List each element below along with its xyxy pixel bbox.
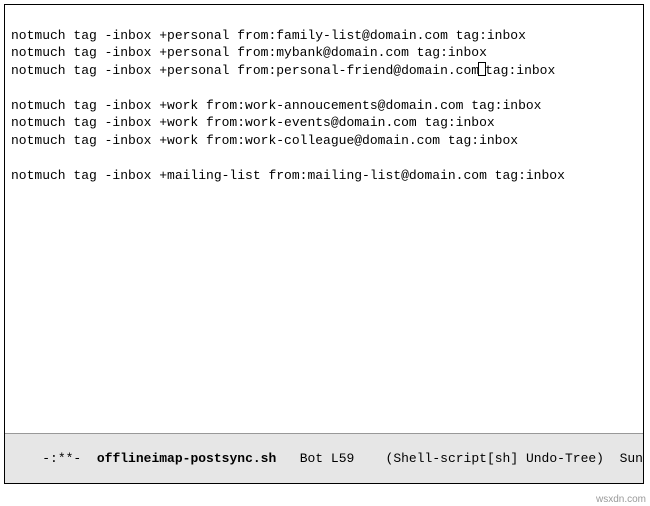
editor-buffer[interactable]: notmuch tag -inbox +personal from:family… xyxy=(5,5,643,433)
modeline-time: Sun F xyxy=(620,451,643,466)
buffer-line: notmuch tag -inbox +mailing-list from:ma… xyxy=(11,167,637,185)
buffer-line: notmuch tag -inbox +personal from:person… xyxy=(11,62,637,80)
buffer-line: notmuch tag -inbox +work from:work-colle… xyxy=(11,132,637,150)
modeline: -:**- offlineimap-postsync.sh Bot L59 (S… xyxy=(5,433,643,483)
modeline-line: L59 xyxy=(331,451,354,466)
modeline-position: Bot xyxy=(300,451,323,466)
buffer-line xyxy=(11,79,637,97)
buffer-text: notmuch tag -inbox +personal from:person… xyxy=(11,63,479,78)
buffer-line: notmuch tag -inbox +work from:work-annou… xyxy=(11,97,637,115)
buffer-line: notmuch tag -inbox +personal from:mybank… xyxy=(11,44,637,62)
modeline-modes: (Shell-script[sh] Undo-Tree) xyxy=(386,451,604,466)
editor-frame: notmuch tag -inbox +personal from:family… xyxy=(4,4,644,484)
buffer-line xyxy=(11,149,637,167)
modeline-status: -:**- xyxy=(42,451,81,466)
buffer-line xyxy=(11,9,637,27)
modeline-filename: offlineimap-postsync.sh xyxy=(97,451,276,466)
buffer-line: notmuch tag -inbox +work from:work-event… xyxy=(11,114,637,132)
buffer-line: notmuch tag -inbox +personal from:family… xyxy=(11,27,637,45)
watermark: wsxdn.com xyxy=(596,494,646,505)
buffer-text: tag:inbox xyxy=(485,63,555,78)
